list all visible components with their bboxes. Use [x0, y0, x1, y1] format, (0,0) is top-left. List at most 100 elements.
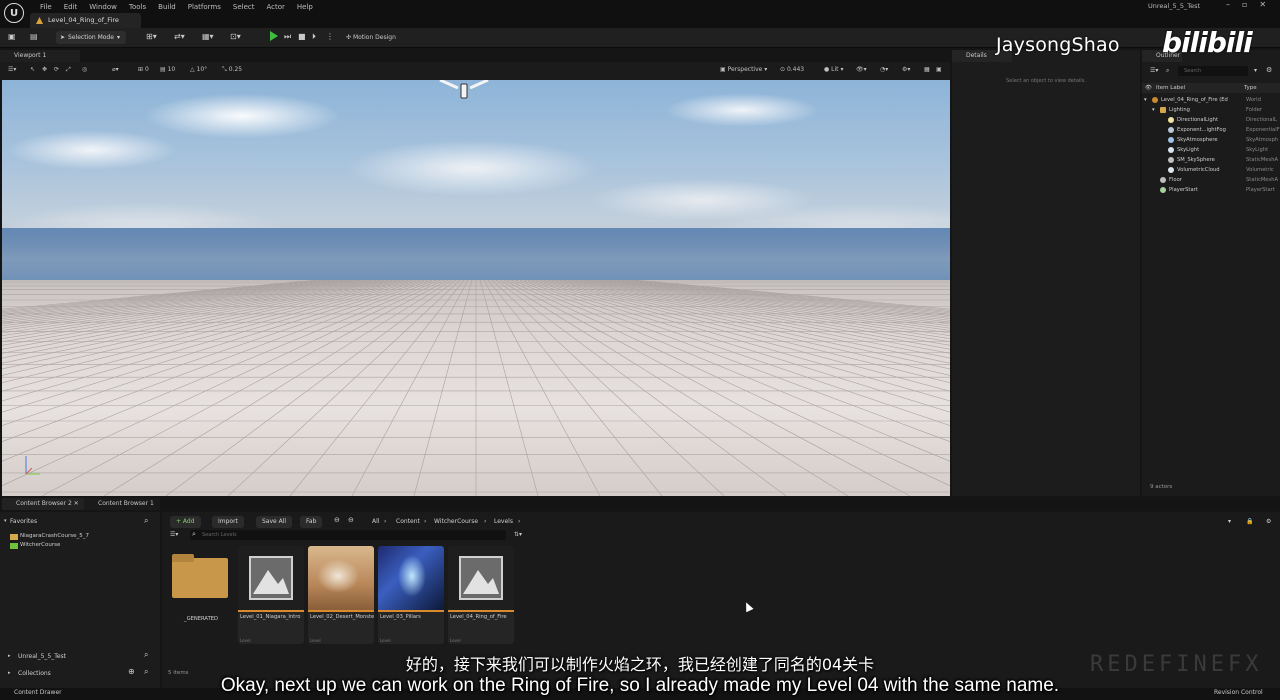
unreal-logo-icon[interactable]: U [4, 3, 24, 23]
expand-arrow-icon[interactable]: ▾ [1144, 95, 1147, 105]
motion-design-button[interactable]: ✣ Motion Design [346, 31, 396, 44]
import-button[interactable]: Import [212, 516, 244, 528]
grid-value: 0 [144, 66, 149, 73]
close-icon[interactable]: ✕ [74, 500, 79, 507]
play-options-icon[interactable]: ⋮ [326, 32, 334, 41]
grid-snap-toggle[interactable]: ⊞ 0 [138, 66, 149, 73]
minimize-icon[interactable]: – [1226, 0, 1230, 9]
menu-actor[interactable]: Actor [261, 2, 291, 12]
close-icon[interactable]: ✕ [1259, 0, 1266, 9]
outliner-row[interactable]: DirectionalLight DirectionalL [1142, 115, 1280, 125]
simulate-icon[interactable]: ⏵ [312, 32, 316, 42]
blueprint-icon[interactable]: ⇄▾ [174, 32, 185, 41]
breadcrumb-levels[interactable]: Levels [494, 518, 513, 525]
favorites-header[interactable]: Favorites [10, 518, 37, 525]
content-icon[interactable]: ▤ [30, 32, 38, 41]
history-back-icon[interactable]: ⊖ [334, 516, 340, 524]
fab-button[interactable]: Fab [300, 516, 323, 528]
menu-help[interactable]: Help [291, 2, 319, 12]
outliner-row[interactable]: VolumetricCloud Volumetric [1142, 165, 1280, 175]
surface-snap-icon[interactable]: ⌀▾ [112, 66, 119, 73]
menu-select[interactable]: Select [227, 2, 261, 12]
path-dropdown-icon[interactable]: ▾ [1228, 518, 1231, 525]
cinematics-icon[interactable]: ▦▾ [202, 32, 214, 41]
step-icon[interactable]: ⏭ [284, 32, 291, 42]
stop-icon[interactable]: ■ [298, 32, 306, 41]
history-forward-icon[interactable]: ⊖ [348, 516, 354, 524]
column-item-label[interactable]: Item Label [1156, 83, 1185, 93]
tab-content-browser-1[interactable]: Content Browser 1 [84, 498, 160, 510]
play-icon[interactable] [270, 31, 278, 41]
asset-search-input[interactable]: Search Levels [190, 530, 506, 540]
outliner-row[interactable]: ▾ Lighting Folder [1142, 105, 1280, 115]
lock-icon[interactable]: 🔒 [1246, 518, 1253, 525]
menu-platforms[interactable]: Platforms [182, 2, 227, 12]
scale-snap[interactable]: ⤡ 0.25 [222, 66, 242, 74]
expand-arrow-icon[interactable]: ▾ [4, 518, 7, 524]
viewport-menu-icon[interactable]: ☰▾ [8, 66, 16, 73]
column-type[interactable]: Type [1244, 83, 1257, 93]
search-icon[interactable]: ⌕ [144, 516, 148, 526]
layout-icon[interactable]: ▦ [924, 66, 930, 73]
favorite-niagara-crash-course[interactable]: NiagaraCrashCourse_5_7 [20, 533, 89, 539]
asset-tile[interactable]: Level_02_Desert_Monster Level [308, 546, 374, 644]
rotate-snap[interactable]: △ 10° [190, 66, 207, 73]
level-tab[interactable]: Level_04_Ring_of_Fire [30, 13, 141, 28]
lit-label: Lit [831, 66, 839, 73]
sun-gizmo-icon[interactable] [436, 80, 492, 100]
asset-tile[interactable]: Level_04_Ring_of_Fire Level [448, 546, 514, 644]
add-button[interactable]: + Add [170, 516, 201, 528]
outliner-row[interactable]: SkyLight SkyLight [1142, 145, 1280, 155]
rotate-tool-icon[interactable]: ⟳ [54, 66, 59, 73]
outliner-row[interactable]: Exponent...ightFog ExponentialF [1142, 125, 1280, 135]
favorite-witcher-course[interactable]: WitcherCourse [20, 542, 60, 548]
menu-window[interactable]: Window [83, 2, 123, 12]
modes-icon[interactable]: ⊡▾ [230, 32, 241, 41]
breadcrumb-all[interactable]: All [372, 518, 379, 525]
breadcrumb-witcher-course[interactable]: WitcherCourse [434, 518, 478, 525]
breadcrumb-content[interactable]: Content [396, 518, 420, 525]
translate-tool-icon[interactable]: ✥ [42, 66, 47, 73]
outliner-settings-gear-icon[interactable]: ⚙ [1266, 66, 1272, 74]
outliner-options-icon[interactable]: ▾ [1254, 67, 1257, 74]
lit-dropdown[interactable]: ● Lit ▾ [824, 66, 843, 73]
show-flags-icon[interactable]: 👁▾ [856, 66, 867, 73]
perspective-dropdown[interactable]: ▣ Perspective ▾ [720, 66, 767, 73]
selection-mode-dropdown[interactable]: ➤ Selection Mode ▾ [56, 31, 126, 44]
save-icon[interactable]: ▣ [8, 32, 16, 41]
translate-snap[interactable]: ▤ 10 [160, 66, 175, 73]
viewport-tab[interactable]: Viewport 1 [0, 50, 80, 62]
asset-tile[interactable]: Level_01_Niagara_Intro Level [238, 546, 304, 644]
tab-content-browser-2[interactable]: Content Browser 2 ✕ [2, 498, 85, 510]
asset-tile[interactable]: Level_03_Pillars Level [378, 546, 444, 644]
scale-tool-icon[interactable]: ⤢ [66, 66, 71, 74]
menu-build[interactable]: Build [152, 2, 182, 12]
outliner-row[interactable]: PlayerStart PlayerStart [1142, 185, 1280, 195]
menu-tools[interactable]: Tools [123, 2, 152, 12]
settings-gear-icon[interactable]: ⚙▾ [902, 66, 910, 73]
select-tool-icon[interactable]: ↖ [30, 66, 35, 73]
outliner-search-input[interactable]: Search [1178, 66, 1248, 76]
cb-settings-gear-icon[interactable]: ⚙ [1266, 518, 1271, 525]
outliner-row[interactable]: ▾ Level_04_Ring_of_Fire (Ed World [1142, 95, 1280, 105]
menu-file[interactable]: File [34, 2, 58, 12]
filter-icon[interactable]: ☰▾ [170, 531, 178, 538]
outliner-row[interactable]: Floor StaticMeshA [1142, 175, 1280, 185]
world-local-icon[interactable]: ◎ [82, 66, 87, 73]
menu-edit[interactable]: Edit [58, 2, 84, 12]
asset-tile[interactable]: _GENERATED [168, 546, 234, 644]
maximize-icon[interactable]: ▫ [1242, 0, 1247, 9]
save-all-button[interactable]: Save All [256, 516, 293, 528]
performance-icon[interactable]: ◔▾ [880, 66, 888, 73]
outliner-row[interactable]: SkyAtmosphere SkyAtmosph [1142, 135, 1280, 145]
camera-speed[interactable]: ⊙ 0.443 [780, 66, 804, 73]
search-icon: ⌕ [192, 530, 196, 538]
maximize-viewport-icon[interactable]: ▣ [936, 66, 942, 73]
level-viewport[interactable] [2, 80, 950, 496]
visibility-eye-icon[interactable]: 👁 [1145, 83, 1152, 93]
add-actor-icon[interactable]: ⊞▾ [146, 32, 157, 41]
expand-arrow-icon[interactable]: ▾ [1152, 105, 1155, 115]
filter-icon[interactable]: ☰▾ [1150, 67, 1158, 74]
sort-icon[interactable]: ⇅▾ [514, 531, 522, 538]
outliner-row[interactable]: SM_SkySphere StaticMeshA [1142, 155, 1280, 165]
